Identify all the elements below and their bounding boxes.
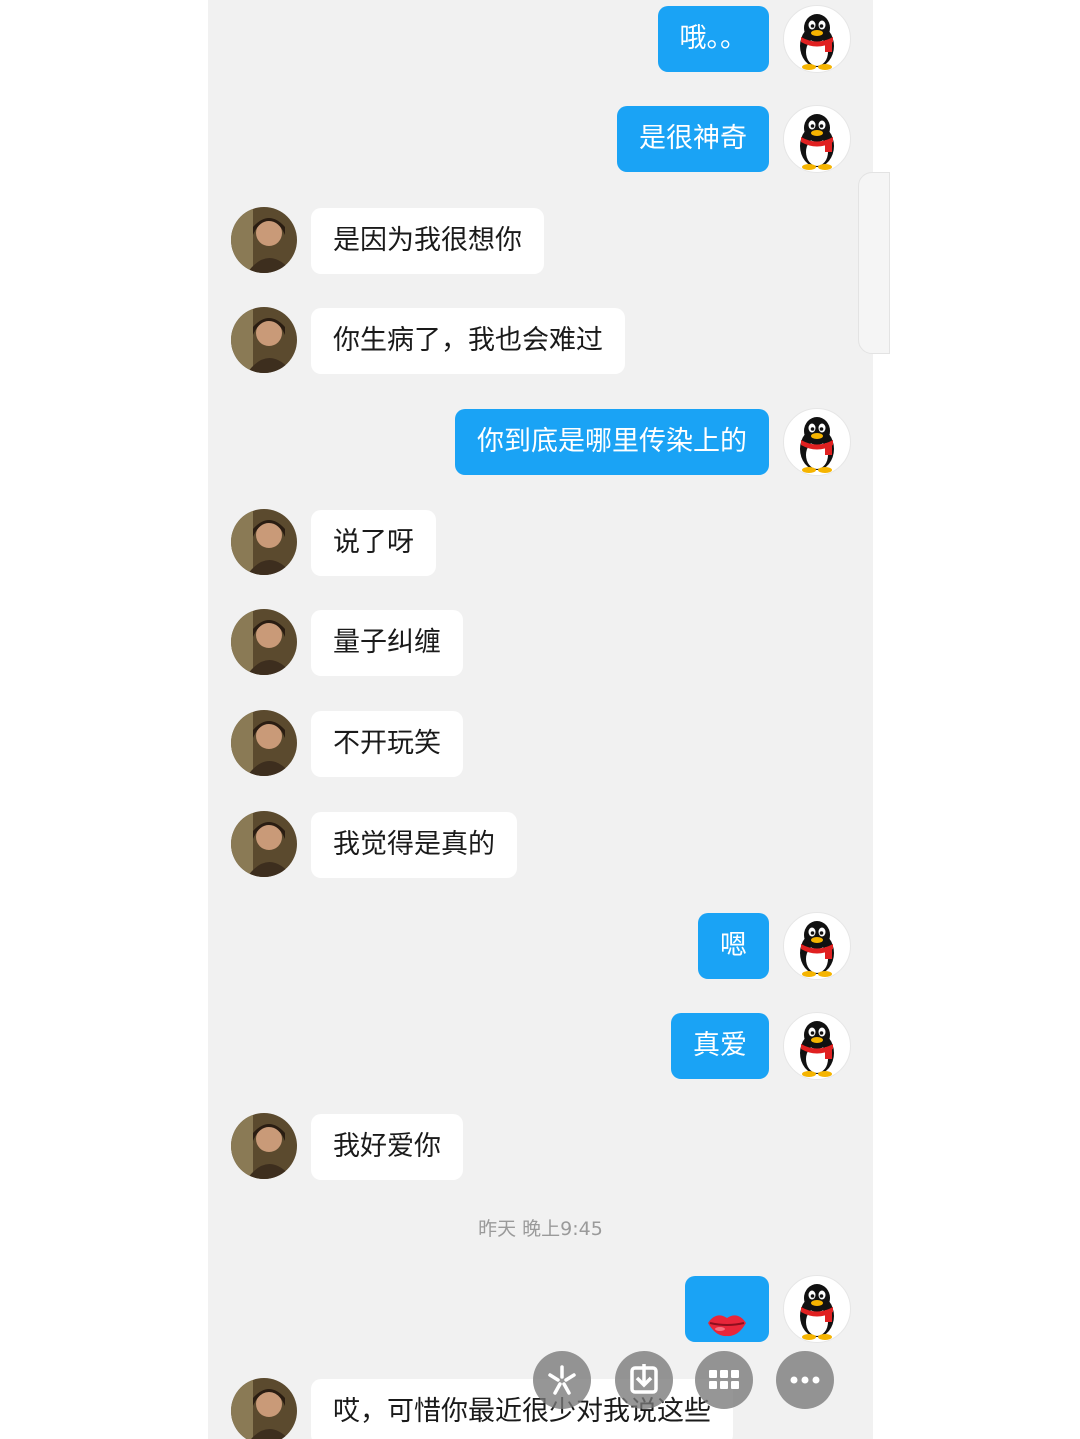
peer-avatar[interactable] bbox=[231, 1113, 297, 1179]
more-button[interactable] bbox=[776, 1351, 834, 1409]
peer-message-bubble[interactable]: 我觉得是真的 bbox=[311, 812, 517, 878]
download-button[interactable] bbox=[615, 1351, 673, 1409]
my-message-bubble[interactable]: 是很神奇 bbox=[617, 106, 769, 172]
my-message-bubble[interactable]: 你到底是哪里传染上的 bbox=[455, 409, 769, 475]
peer-message-bubble[interactable]: 你生病了，我也会难过 bbox=[311, 308, 625, 374]
sparkle-icon bbox=[548, 1365, 576, 1395]
my-message-bubble[interactable]: 嗯 bbox=[698, 913, 769, 979]
peer-avatar[interactable] bbox=[231, 207, 297, 273]
download-icon bbox=[630, 1364, 658, 1394]
peer-avatar[interactable] bbox=[231, 811, 297, 877]
grid-button[interactable] bbox=[695, 1351, 753, 1409]
message-row: 不开玩笑 bbox=[208, 709, 873, 777]
my-avatar-penguin-icon[interactable] bbox=[783, 105, 851, 173]
message-row bbox=[208, 1274, 873, 1343]
message-timestamp: 昨天 晚上9:45 bbox=[478, 1218, 603, 1240]
grid-icon bbox=[709, 1370, 739, 1389]
peer-avatar[interactable] bbox=[231, 307, 297, 373]
peer-message-bubble[interactable]: 我好爱你 bbox=[311, 1114, 463, 1180]
sparkle-button[interactable] bbox=[533, 1351, 591, 1409]
peer-message-bubble[interactable]: 量子纠缠 bbox=[311, 610, 463, 676]
my-avatar-penguin-icon[interactable] bbox=[783, 408, 851, 476]
peer-avatar[interactable] bbox=[231, 509, 297, 575]
my-emoji-message-bubble[interactable] bbox=[685, 1276, 769, 1342]
message-row: 我好爱你 bbox=[208, 1112, 873, 1180]
peer-message-bubble[interactable]: 是因为我很想你 bbox=[311, 208, 544, 274]
peer-avatar[interactable] bbox=[231, 1378, 297, 1439]
message-row: 是很神奇 bbox=[208, 104, 873, 173]
message-row: 你生病了，我也会难过 bbox=[208, 306, 873, 374]
message-row: 我觉得是真的 bbox=[208, 810, 873, 878]
peer-message-bubble[interactable]: 不开玩笑 bbox=[311, 711, 463, 777]
floating-action-bar bbox=[325, 1351, 834, 1411]
my-message-bubble[interactable]: 真爱 bbox=[671, 1013, 769, 1079]
peer-avatar[interactable] bbox=[231, 710, 297, 776]
my-avatar-penguin-icon[interactable] bbox=[783, 1012, 851, 1080]
peer-avatar[interactable] bbox=[231, 609, 297, 675]
message-row: 嗯 bbox=[208, 911, 873, 980]
message-row: 说了呀 bbox=[208, 508, 873, 576]
message-row: 量子纠缠 bbox=[208, 608, 873, 676]
message-row: 是因为我很想你 bbox=[208, 206, 873, 274]
my-message-bubble[interactable]: 哦。。 bbox=[657, 6, 769, 72]
my-avatar-penguin-icon[interactable] bbox=[783, 1275, 851, 1343]
message-row: 哦。。 bbox=[208, 4, 873, 73]
message-row: 真爱 bbox=[208, 1011, 873, 1080]
chat-screen: 哦。。 是很神奇 是因为我很想你 你生病了，我也会难过 你到底是哪里传染上的 说… bbox=[208, 0, 873, 1439]
peer-message-bubble[interactable]: 说了呀 bbox=[311, 510, 436, 576]
my-avatar-penguin-icon[interactable] bbox=[783, 912, 851, 980]
my-avatar-penguin-icon[interactable] bbox=[783, 5, 851, 73]
more-icon bbox=[790, 1376, 820, 1384]
message-row: 你到底是哪里传染上的 bbox=[208, 407, 873, 476]
edge-panel-handle[interactable] bbox=[858, 172, 890, 354]
